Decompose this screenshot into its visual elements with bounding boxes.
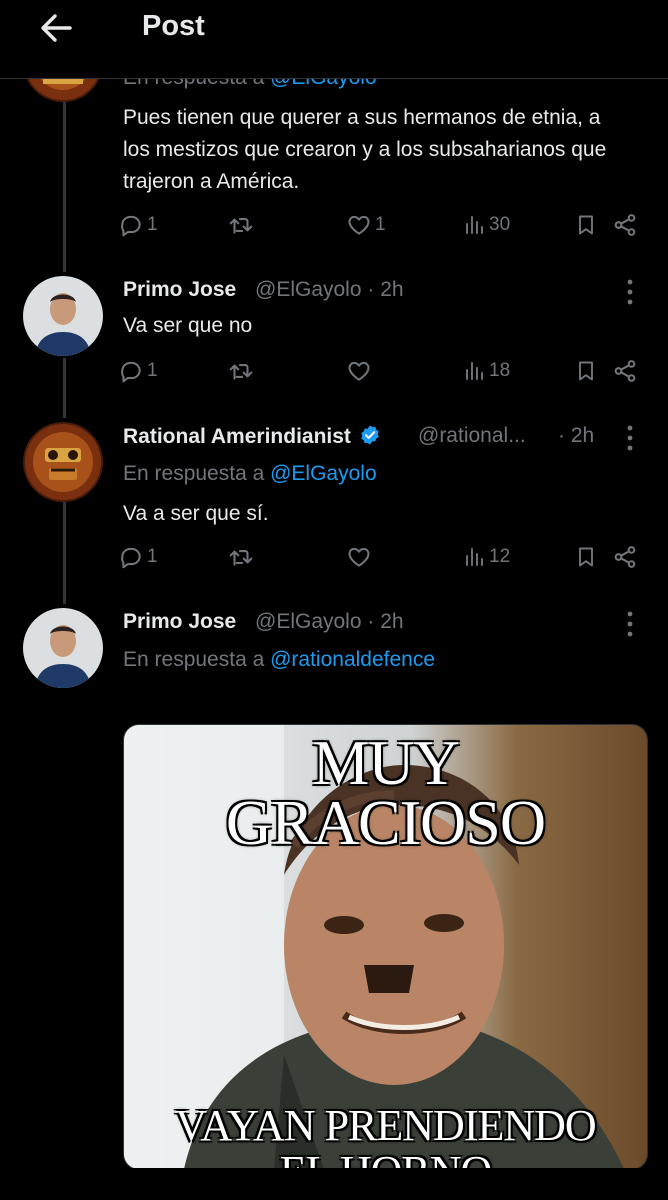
avatar-rational-amerindianist[interactable]: [23, 422, 103, 502]
reply-count: 1: [147, 546, 158, 567]
profile-photo: [23, 608, 103, 688]
tweet-text: Va ser que no: [123, 314, 253, 337]
reply-prefix: En respuesta a: [123, 648, 265, 671]
reply-mention-link[interactable]: @ElGayolo: [270, 462, 377, 485]
author-handle: @ElGayolo · 2h: [255, 610, 404, 634]
like-icon: [346, 212, 372, 238]
reply-button[interactable]: 1: [118, 542, 158, 572]
caption-line: GRACIOSO: [225, 787, 546, 858]
bookmark-button[interactable]: [574, 542, 598, 572]
tweet-actions: 1 1 30: [118, 210, 648, 240]
author-name-text[interactable]: Rational Amerindianist: [123, 425, 351, 448]
tweet-text: Pues tienen que querer a sus hermanos de…: [123, 106, 607, 193]
timestamp[interactable]: · 2h: [367, 278, 403, 301]
reply-icon: [118, 544, 144, 570]
thread-line: [63, 358, 66, 418]
caption-line: EL HORNO: [124, 1149, 647, 1170]
views-button[interactable]: 12: [462, 542, 510, 572]
reply-prefix: En respuesta a: [123, 462, 265, 485]
reply-icon: [118, 212, 144, 238]
handle-text[interactable]: @ElGayolo: [255, 278, 362, 301]
aztec-mask-image: [23, 422, 103, 502]
reply-icon: [118, 358, 144, 384]
author-handle: @ElGayolo · 2h: [255, 278, 404, 302]
handle-text[interactable]: @ElGayolo: [255, 610, 362, 633]
top-app-bar: Post: [0, 0, 668, 79]
tweet-media-image[interactable]: MUY GRACIOSO VAYAN PRENDIENDO EL HORNO: [123, 724, 648, 1170]
thread-line: [63, 502, 66, 604]
caption-line: MUY: [312, 727, 459, 798]
tweet-actions: 1 18: [118, 356, 648, 386]
bookmark-button[interactable]: [574, 356, 598, 386]
like-icon: [346, 358, 372, 384]
reply-count: 1: [147, 360, 158, 381]
like-button[interactable]: [346, 356, 375, 386]
meme-caption-bottom: VAYAN PRENDIENDO EL HORNO: [124, 1103, 647, 1170]
view-count: 30: [489, 214, 511, 235]
back-arrow-icon[interactable]: [36, 8, 76, 48]
share-icon: [612, 358, 638, 384]
repost-button[interactable]: [228, 542, 257, 572]
views-button[interactable]: 30: [462, 210, 510, 240]
bookmark-button[interactable]: [574, 210, 598, 240]
meme-caption-top: MUY GRACIOSO: [124, 727, 647, 858]
more-icon[interactable]: [618, 278, 642, 306]
author-name[interactable]: Rational Amerindianist: [123, 424, 381, 449]
reply-button[interactable]: 1: [118, 356, 158, 386]
avatar-primo-jose[interactable]: [23, 276, 103, 356]
views-icon: [462, 359, 486, 383]
tweet-text: Va a ser que sí.: [123, 502, 269, 525]
share-button[interactable]: [612, 356, 638, 386]
share-icon: [612, 212, 638, 238]
view-count: 12: [489, 546, 511, 567]
caption-line: VAYAN PRENDIENDO: [175, 1101, 596, 1150]
views-icon: [462, 545, 486, 569]
views-button[interactable]: 18: [462, 356, 510, 386]
author-handle[interactable]: @rational...: [418, 424, 526, 448]
repost-icon: [228, 358, 254, 384]
bookmark-icon: [574, 545, 598, 569]
share-icon: [612, 544, 638, 570]
bookmark-icon: [574, 359, 598, 383]
more-icon[interactable]: [618, 610, 642, 638]
reply-context: En respuesta a @ElGayolo: [123, 462, 377, 486]
like-button[interactable]: [346, 542, 375, 572]
tweet-actions: 1 12: [118, 542, 648, 572]
like-button[interactable]: 1: [346, 210, 386, 240]
bookmark-icon: [574, 213, 598, 237]
like-icon: [346, 544, 372, 570]
views-icon: [462, 213, 486, 237]
reply-mention-link[interactable]: @rationaldefence: [270, 648, 435, 671]
author-name[interactable]: Primo Jose: [123, 278, 236, 302]
reply-button[interactable]: 1: [118, 210, 158, 240]
repost-icon: [228, 212, 254, 238]
repost-button[interactable]: [228, 356, 257, 386]
author-name[interactable]: Primo Jose: [123, 610, 236, 634]
timestamp[interactable]: · 2h: [558, 424, 594, 448]
like-count: 1: [375, 214, 386, 235]
bottom-edge: [0, 1168, 668, 1200]
thread-line: [63, 100, 66, 272]
reply-count: 1: [147, 214, 158, 235]
verified-icon: [361, 425, 379, 445]
share-button[interactable]: [612, 210, 638, 240]
repost-icon: [228, 544, 254, 570]
timestamp[interactable]: · 2h: [367, 610, 403, 633]
share-button[interactable]: [612, 542, 638, 572]
reply-context: En respuesta a @rationaldefence: [123, 648, 435, 672]
more-icon[interactable]: [618, 424, 642, 452]
page-title: Post: [142, 10, 205, 42]
profile-photo: [23, 276, 103, 356]
view-count: 18: [489, 360, 511, 381]
avatar-primo-jose[interactable]: [23, 608, 103, 688]
repost-button[interactable]: [228, 210, 257, 240]
